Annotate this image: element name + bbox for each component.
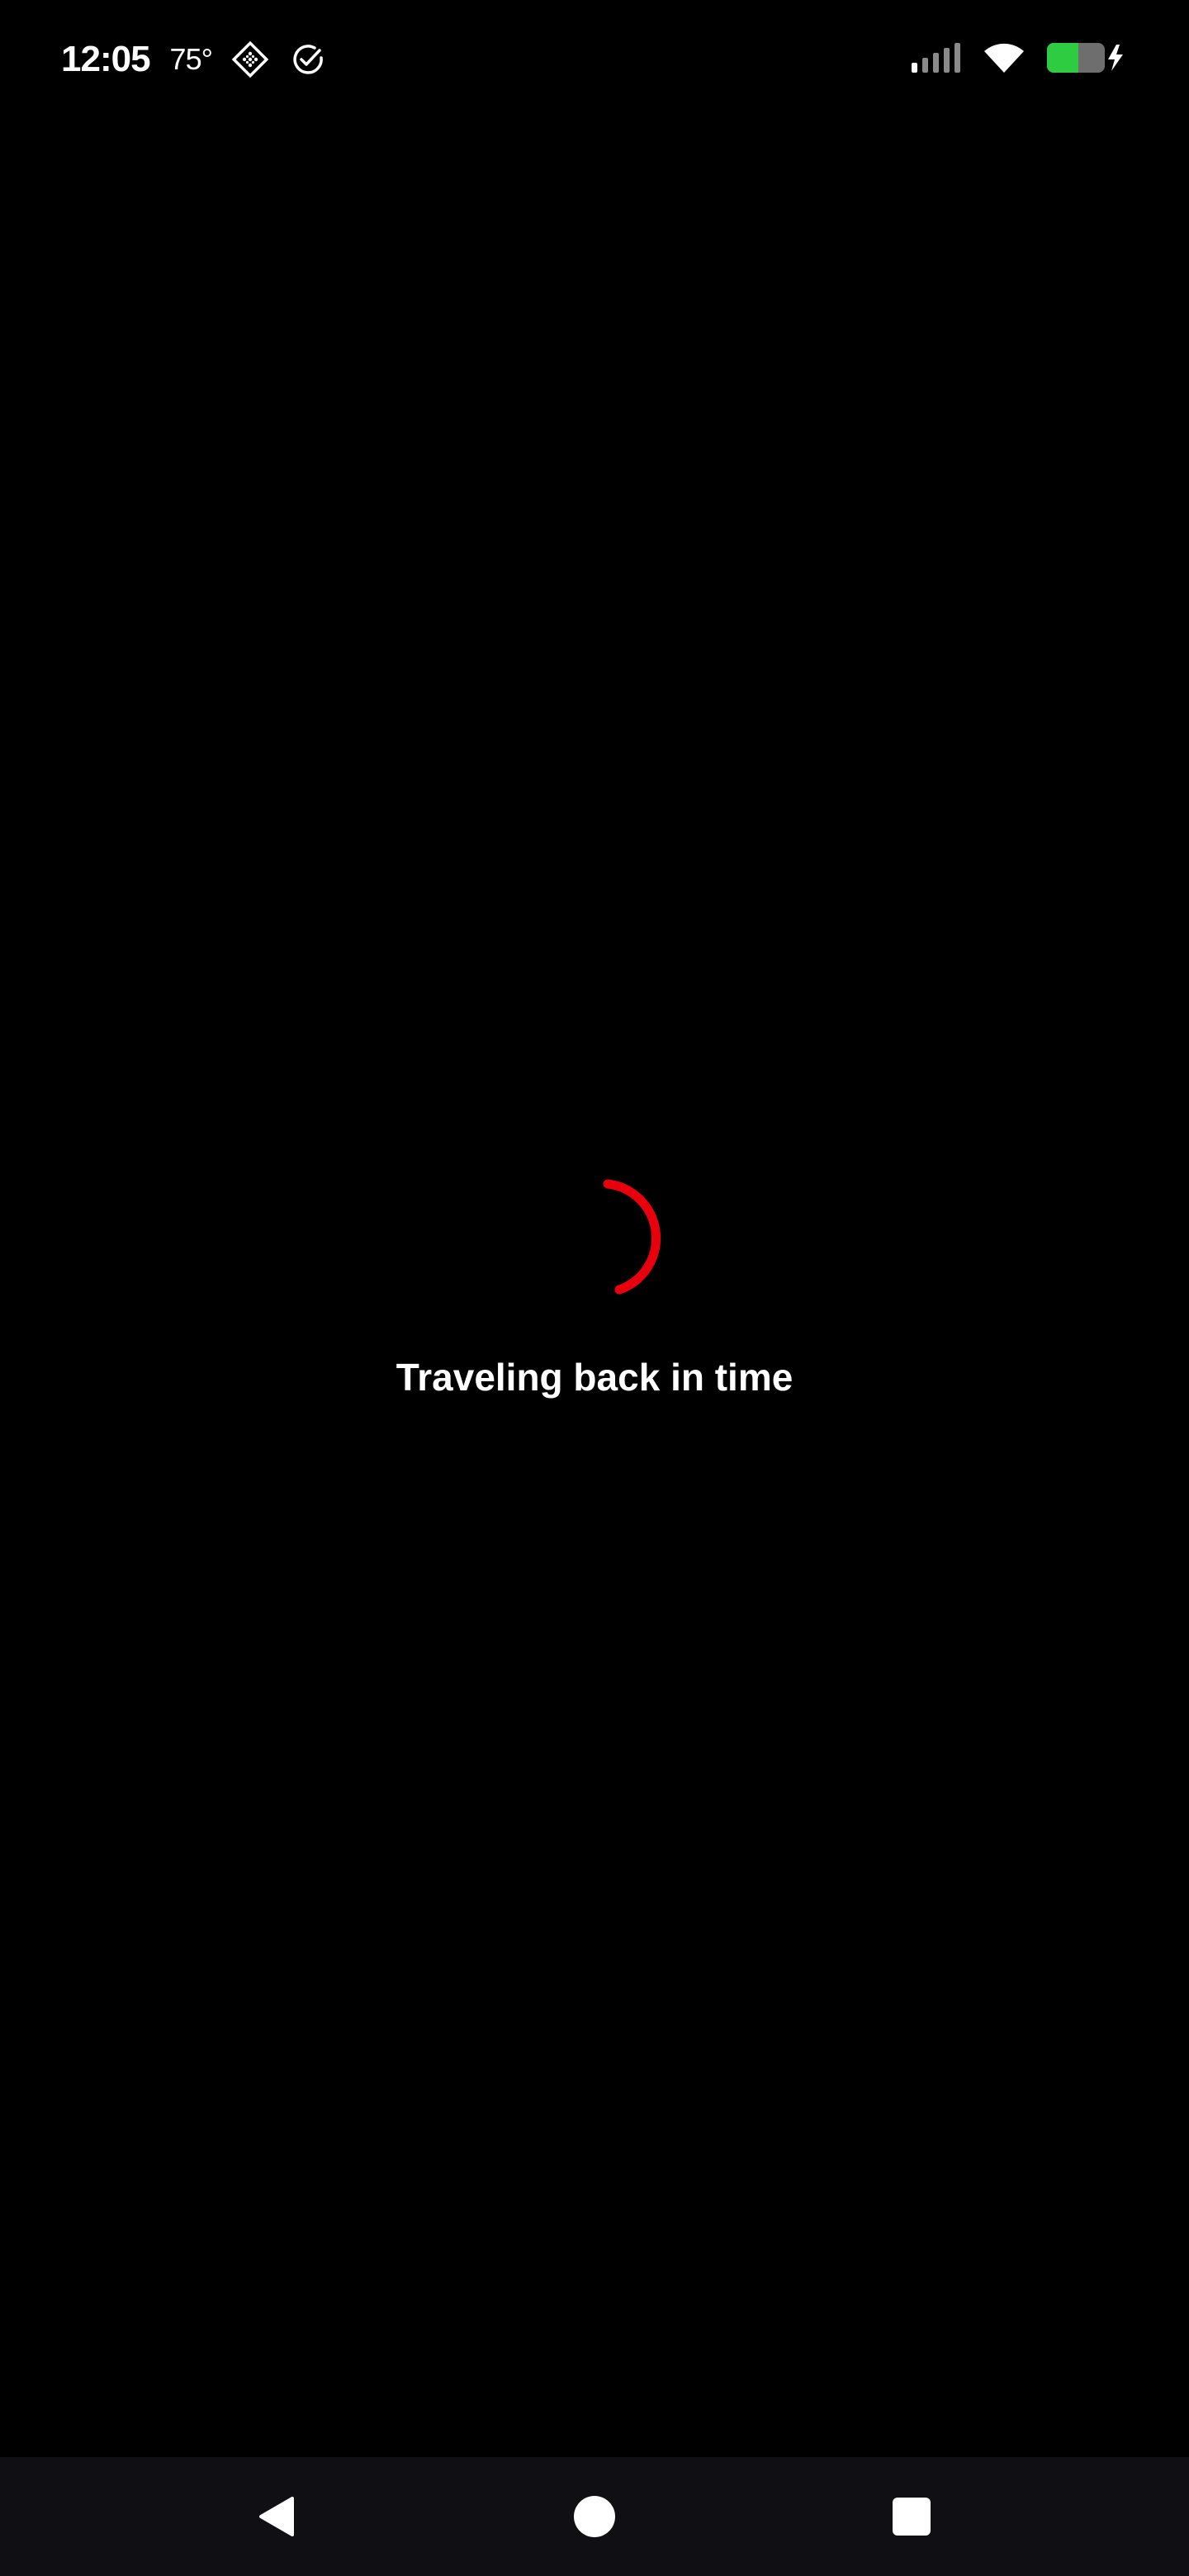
- sparkle-grid-icon: [230, 40, 270, 79]
- loading-indicator: Traveling back in time: [0, 1172, 1189, 1400]
- back-icon: [259, 2497, 294, 2536]
- loading-message: Traveling back in time: [396, 1356, 793, 1399]
- status-time: 12:05: [61, 39, 151, 79]
- back-button[interactable]: [248, 2487, 307, 2546]
- navigation-bar: [0, 2457, 1189, 2576]
- loading-spinner: [603, 1179, 661, 1295]
- battery-charging-icon: [1045, 41, 1125, 78]
- status-right: [890, 36, 1125, 83]
- status-temperature: 75°: [169, 42, 213, 76]
- wifi-icon: [983, 41, 1026, 78]
- status-bar: 12:05 75°: [0, 0, 1189, 119]
- screen: 12:05 75° Traveling back in time: [0, 0, 1189, 2576]
- recents-button[interactable]: [882, 2487, 941, 2546]
- status-left: 12:05 75°: [61, 36, 328, 83]
- recents-icon: [893, 2498, 931, 2536]
- signal-icon: [910, 41, 963, 78]
- home-button[interactable]: [565, 2487, 624, 2546]
- check-circle-icon: [288, 40, 328, 79]
- home-icon: [574, 2496, 615, 2537]
